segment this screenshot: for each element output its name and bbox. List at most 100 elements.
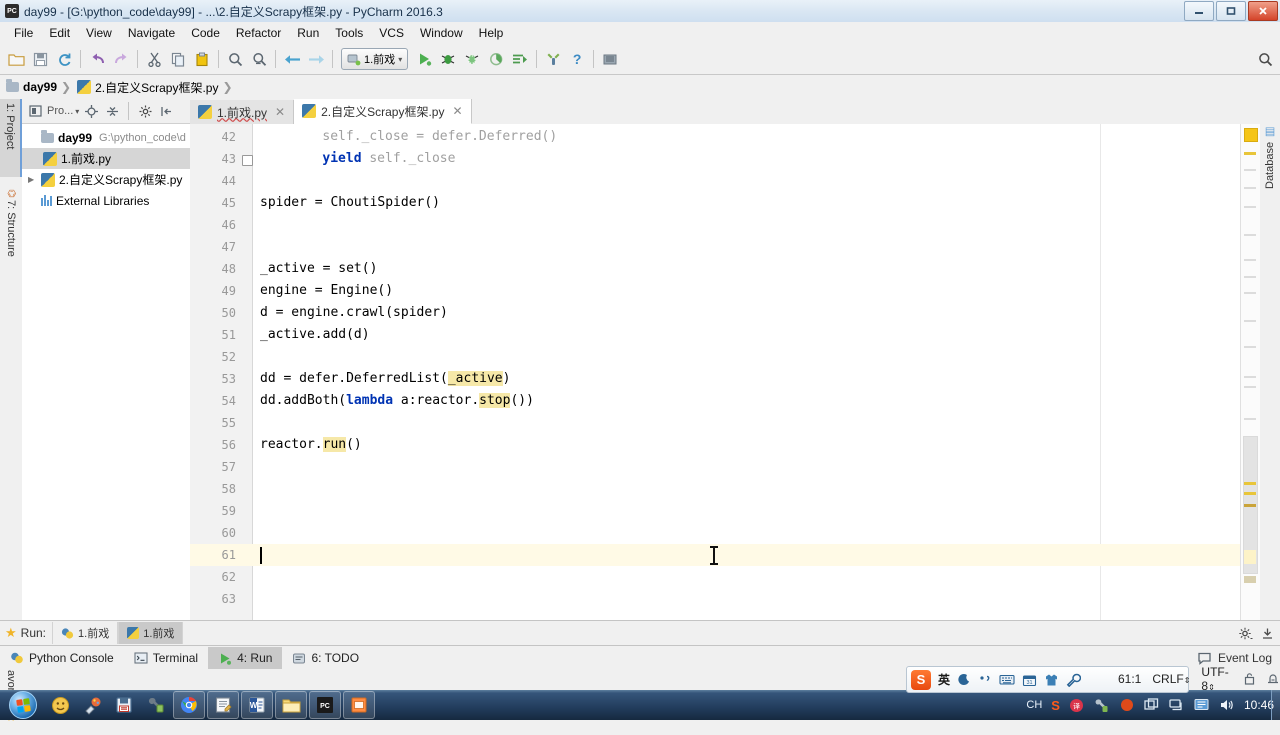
breadcrumb-item-project[interactable]: day99 ❯ — [6, 79, 77, 94]
skin-icon[interactable] — [1044, 673, 1059, 687]
line-number[interactable]: 57 — [190, 456, 236, 478]
menu-vcs[interactable]: VCS — [371, 23, 412, 43]
project-view-icon[interactable] — [26, 102, 44, 120]
settings-gear-icon[interactable] — [1239, 627, 1253, 640]
project-panel-title[interactable]: Pro... ▾ — [47, 105, 79, 117]
line-number[interactable]: 42 — [190, 126, 236, 148]
code-line[interactable]: yield self._close — [322, 148, 455, 170]
menu-refactor[interactable]: Refactor — [228, 23, 289, 43]
taskbar-item-tools[interactable] — [141, 692, 171, 718]
tray-youdao-icon[interactable]: 译 — [1069, 697, 1085, 713]
menu-view[interactable]: View — [78, 23, 120, 43]
stripe-marker[interactable] — [1244, 492, 1256, 495]
line-number[interactable]: 51 — [190, 324, 236, 346]
line-number[interactable]: 50 — [190, 302, 236, 324]
close-icon[interactable]: ✕ — [452, 104, 462, 118]
tray-display-icon[interactable] — [1194, 697, 1210, 713]
line-number[interactable]: 52 — [190, 346, 236, 368]
stripe-marker[interactable] — [1244, 504, 1256, 507]
show-desktop-button[interactable] — [1271, 690, 1280, 720]
tree-item-1-qianxi[interactable]: 1.前戏.py — [22, 148, 190, 169]
back-icon[interactable] — [280, 47, 304, 71]
collapse-all-icon[interactable] — [103, 102, 121, 120]
start-button[interactable] — [2, 690, 44, 720]
line-number[interactable]: 45 — [190, 192, 236, 214]
taskbar-item-word[interactable]: W — [241, 691, 273, 719]
sogou-logo-icon[interactable]: S — [911, 669, 931, 690]
tray-language-label[interactable]: CH — [1026, 699, 1042, 711]
settings-icon[interactable] — [541, 47, 565, 71]
code-editor[interactable]: 42 self._close = defer.Deferred() 43 yield … — [190, 124, 1259, 620]
code-line[interactable]: engine = Engine() — [260, 280, 393, 302]
code-line[interactable]: self._close = defer.Deferred() — [322, 126, 557, 148]
stripe-marker[interactable] — [1244, 576, 1256, 583]
taskbar-item-notepad[interactable] — [207, 691, 239, 719]
close-icon[interactable]: ✕ — [275, 105, 285, 119]
editor-tab-1[interactable]: 1.前戏.py ✕ — [190, 100, 295, 124]
tray-tool-icon[interactable] — [1094, 697, 1110, 713]
line-separator[interactable]: CRLF⇕ — [1152, 672, 1190, 686]
taskbar-item-save[interactable] — [109, 692, 139, 718]
menu-navigate[interactable]: Navigate — [120, 23, 183, 43]
close-button[interactable] — [1248, 1, 1278, 21]
line-number[interactable]: 61 — [190, 544, 236, 566]
favorites-star-icon[interactable]: ★ — [5, 625, 17, 641]
settings-gear-icon[interactable] — [136, 102, 154, 120]
update-icon[interactable] — [598, 47, 622, 71]
taskbar-item-chrome[interactable] — [173, 691, 205, 719]
hide-panel-icon[interactable] — [157, 102, 175, 120]
tree-item-2-scrapy[interactable]: ▶ 2.自定义Scrapy框架.py — [22, 169, 190, 190]
ime-mode-label[interactable]: 英 — [938, 671, 950, 688]
line-number[interactable]: 48 — [190, 258, 236, 280]
code-line[interactable]: _active = set() — [260, 258, 377, 280]
calendar-icon[interactable]: 31 — [1022, 673, 1037, 687]
tab-terminal[interactable]: Terminal — [124, 647, 208, 669]
code-line[interactable]: _active.add(d) — [260, 324, 370, 346]
code-line[interactable]: dd.addBoth(lambda a:reactor.stop()) — [260, 390, 534, 412]
tray-volume-icon[interactable] — [1219, 697, 1235, 713]
menu-code[interactable]: Code — [183, 23, 228, 43]
coverage-icon[interactable] — [460, 47, 484, 71]
taskbar-item-app[interactable] — [343, 691, 375, 719]
tray-sogou-icon[interactable]: S — [1051, 698, 1060, 713]
replace-icon[interactable] — [247, 47, 271, 71]
inspection-status-indicator[interactable] — [1244, 128, 1258, 142]
line-number[interactable]: 44 — [190, 170, 236, 192]
wrench-icon[interactable] — [1066, 673, 1082, 687]
line-number[interactable]: 62 — [190, 566, 236, 588]
menu-edit[interactable]: Edit — [41, 23, 78, 43]
line-number[interactable]: 60 — [190, 522, 236, 544]
code-line[interactable]: d = engine.crawl(spider) — [260, 302, 448, 324]
event-log-icon[interactable] — [1197, 652, 1212, 665]
run-tab-active[interactable]: 1.前戏 — [118, 622, 184, 644]
line-number[interactable]: 46 — [190, 214, 236, 236]
editor-tab-2[interactable]: 2.自定义Scrapy框架.py ✕ — [294, 99, 472, 124]
tray-network-icon[interactable] — [1169, 697, 1185, 713]
menu-tools[interactable]: Tools — [327, 23, 371, 43]
sync-icon[interactable] — [52, 47, 76, 71]
taskbar-item-pycharm[interactable]: PC — [309, 691, 341, 719]
taskbar-item-media[interactable] — [45, 692, 75, 718]
lock-icon[interactable] — [1244, 672, 1255, 685]
tree-item-external-libraries[interactable]: External Libraries — [22, 190, 190, 211]
line-number[interactable]: 47 — [190, 236, 236, 258]
keyboard-icon[interactable] — [999, 673, 1015, 686]
line-number[interactable]: 43 — [190, 148, 236, 170]
minimize-button[interactable] — [1184, 1, 1214, 21]
debug-icon[interactable] — [436, 47, 460, 71]
copy-icon[interactable] — [166, 47, 190, 71]
locate-icon[interactable] — [82, 102, 100, 120]
punctuation-icon[interactable] — [978, 673, 992, 687]
menu-window[interactable]: Window — [412, 23, 471, 43]
forward-icon[interactable] — [304, 47, 328, 71]
tab-python-console[interactable]: Python Console — [0, 647, 124, 669]
tab-run[interactable]: 4: Run — [208, 647, 283, 669]
code-line[interactable]: spider = ChoutiSpider() — [260, 192, 440, 214]
line-number[interactable]: 55 — [190, 412, 236, 434]
code-line[interactable]: dd = defer.DeferredList(_active) — [260, 368, 510, 390]
maximize-button[interactable] — [1216, 1, 1246, 21]
code-line[interactable]: reactor.run() — [260, 434, 362, 456]
run-icon[interactable] — [412, 47, 436, 71]
code-fold-marker[interactable] — [242, 155, 253, 166]
search-everywhere-icon[interactable] — [1254, 48, 1276, 70]
